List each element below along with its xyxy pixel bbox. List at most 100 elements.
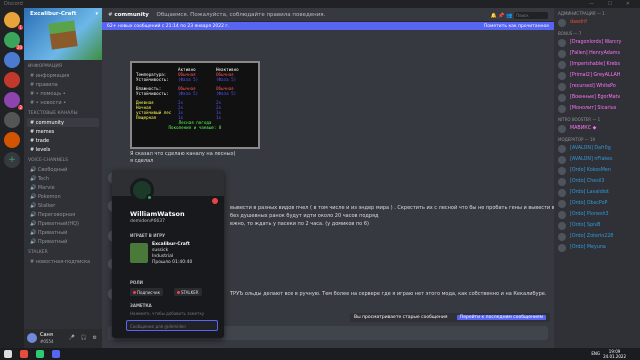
- member-item[interactable]: [Военные] EgorMatv: [554, 92, 640, 103]
- channel-item[interactable]: 🔊 Свободный: [24, 165, 102, 174]
- channel-item[interactable]: # • помощь •: [24, 89, 102, 98]
- channel-item[interactable]: 🔊 Tech: [24, 174, 102, 183]
- note-field[interactable]: Нажмите, чтобы добавить заметку: [130, 311, 204, 316]
- channel-item[interactable]: # community: [27, 118, 99, 127]
- keyboard-language[interactable]: ENG: [591, 351, 600, 356]
- close-icon[interactable]: [212, 198, 218, 204]
- member-item[interactable]: [Ordo] Meyuna: [554, 242, 640, 253]
- server-icon[interactable]: 1: [4, 12, 23, 30]
- message-text: вывести в разных видов пчел ( в том числ…: [230, 205, 576, 211]
- profile-avatar[interactable]: [130, 178, 154, 202]
- member-category: BONUS — 7: [558, 31, 582, 36]
- member-name: [Ordo] KokosMen: [570, 168, 611, 173]
- role-badge[interactable]: STALKER: [174, 288, 202, 296]
- opera-icon[interactable]: [20, 350, 28, 358]
- member-item[interactable]: [Fallen] HenryAdams: [554, 48, 640, 59]
- channel-item[interactable]: 🔊 Stalker: [24, 201, 102, 210]
- channel-item[interactable]: # правила: [24, 80, 102, 89]
- channel-label: информация: [35, 72, 70, 79]
- channel-item[interactable]: # • новости •: [24, 98, 102, 107]
- jump-bar-text: Вы просматриваете старые сообщения: [354, 315, 448, 320]
- server-banner[interactable]: Excalibur-Craft ▾: [24, 8, 102, 60]
- member-item[interactable]: [AVALON] nFlakes: [554, 154, 640, 165]
- role-label: Подписчик: [137, 289, 161, 295]
- bee-table-cell: (Фаза 5): [216, 77, 237, 82]
- channel-item[interactable]: 🔊 Pokemon: [24, 192, 102, 201]
- search-input[interactable]: Поиск: [514, 12, 548, 19]
- bee-table-cell: (Фаза 5): [178, 91, 199, 96]
- app-icon[interactable]: [36, 350, 44, 358]
- member-item[interactable]: [Ordo] Zoterio228: [554, 231, 640, 242]
- clock[interactable]: 19:09 24.01.2022: [603, 349, 626, 359]
- unread-badge: 20: [15, 45, 23, 50]
- window-controls[interactable]: — ☐ ✕: [589, 0, 636, 8]
- channel-category[interactable]: STALKER: [24, 246, 102, 257]
- member-item[interactable]: [Ordo] LavaIdiot: [554, 187, 640, 198]
- online-status-dot: [146, 194, 153, 201]
- member-item[interactable]: [recursed] WhitePo: [554, 81, 640, 92]
- avatar: [558, 155, 566, 164]
- mark-read-button[interactable]: Пометить как прочитанное: [484, 24, 549, 29]
- member-item[interactable]: [Imperishable] Krebs: [554, 59, 640, 70]
- channel-item[interactable]: # информация: [24, 71, 102, 80]
- member-category: NITRO BOOSTER — 1: [558, 117, 601, 122]
- discord-icon[interactable]: [52, 350, 60, 358]
- channel-label: community: [35, 119, 64, 126]
- channel-item[interactable]: 🔊 Приватный(HQ): [24, 219, 102, 228]
- member-item[interactable]: МАВИКС ◆: [554, 123, 640, 134]
- user-controls-icons[interactable]: 🎤 🎧 ⚙: [69, 335, 99, 341]
- server-icon[interactable]: 2: [4, 92, 23, 110]
- speaker-icon: 🔊: [30, 193, 38, 200]
- member-item[interactable]: [Ordo] Chesil3: [554, 176, 640, 187]
- chevron-down-icon[interactable]: ▾: [95, 11, 98, 17]
- server-icon[interactable]: 20: [4, 32, 23, 50]
- header-icons[interactable]: 🔔 📌 👥: [491, 13, 513, 19]
- channel-category[interactable]: ТЕКСТОВЫЕ КАНАЛЫ: [24, 107, 102, 118]
- direct-message-input[interactable]: Сообщение для @demiden: [126, 320, 218, 331]
- member-item[interactable]: [Ordo] Pionesh3: [554, 209, 640, 220]
- channel-item[interactable]: # memes: [24, 127, 102, 136]
- channel-item[interactable]: # новостная-подписка: [24, 257, 102, 266]
- server-icon[interactable]: [4, 72, 20, 88]
- add-server-icon[interactable]: +: [4, 152, 20, 168]
- member-item[interactable]: daedrif: [554, 17, 640, 28]
- avatar: [558, 71, 566, 80]
- avatar: [558, 38, 566, 47]
- server-icon[interactable]: [4, 112, 20, 128]
- jump-to-present-button[interactable]: Перейти к последним сообщениям: [456, 315, 546, 320]
- channel-item[interactable]: # levels: [24, 145, 102, 154]
- channel-category[interactable]: VOICE-CHANNELS: [24, 154, 102, 165]
- message-text: я сделал: [130, 158, 154, 164]
- channel-item[interactable]: 🔊 Приватный: [24, 237, 102, 246]
- channel-item[interactable]: 🔊 Переговорная: [24, 210, 102, 219]
- avatar: [558, 82, 566, 91]
- server-icon[interactable]: [4, 52, 20, 68]
- minecraft-screenshot[interactable]: Активно Неактивно Температура: Обычная Обычн…: [130, 61, 260, 149]
- member-item[interactable]: [Ordo] ObscPoP: [554, 198, 640, 209]
- speaker-icon: 🔊: [30, 211, 38, 218]
- new-messages-bar[interactable]: 62+ новых сообщений с 21:14 по 23 января…: [102, 22, 554, 30]
- channel-item[interactable]: 🔊 Приватный: [24, 228, 102, 237]
- avatar: [558, 104, 566, 113]
- channel-label: Tech: [37, 175, 50, 182]
- new-messages-text: 62+ новых сообщений с 21:14 по 23 января…: [107, 23, 230, 29]
- member-item[interactable]: [Dragonlords] Warcry: [554, 37, 640, 48]
- channel-item[interactable]: # trade: [24, 136, 102, 145]
- bee-table-cell: Пещерная: [136, 115, 157, 120]
- member-item[interactable]: [Ordo] KokosMen: [554, 165, 640, 176]
- member-item[interactable]: [Ordo] SpivB: [554, 220, 640, 231]
- role-badge[interactable]: Подписчик: [130, 288, 164, 296]
- channel-item[interactable]: 🔊 Marvie: [24, 183, 102, 192]
- game-name: Excalibur-Craft: [152, 242, 190, 247]
- message-text: ТРУЪ ольды делают все в ручную. Тем боле…: [230, 291, 547, 297]
- windows-start-icon[interactable]: [4, 350, 12, 358]
- server-icon[interactable]: [4, 132, 20, 148]
- member-item[interactable]: [Primal2] GreyALLAH: [554, 70, 640, 81]
- channel-label: • помощь •: [35, 90, 66, 97]
- member-item[interactable]: [Монолит] Sicarius: [554, 103, 640, 114]
- avatar[interactable]: [27, 333, 37, 343]
- bee-table-cell: 1x: [216, 115, 222, 120]
- member-item[interactable]: [AVALON] Dafr0g: [554, 143, 640, 154]
- channel-category[interactable]: ИНФОРМАЦИЯ: [24, 60, 102, 71]
- hash-icon: #: [108, 12, 113, 18]
